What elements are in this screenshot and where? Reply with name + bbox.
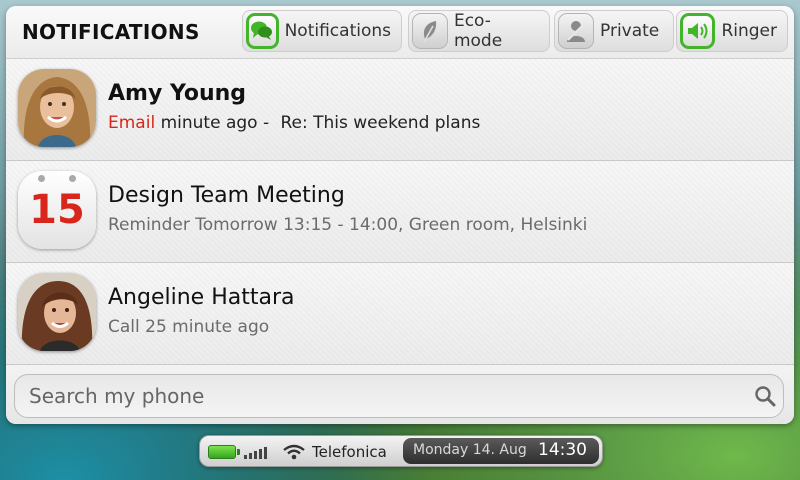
notification-subtitle: Email minute ago - Re: This weekend plan… bbox=[108, 113, 480, 133]
toggle-label-eco-mode: Eco-mode bbox=[453, 11, 503, 51]
signal-strength-icon bbox=[244, 445, 267, 459]
leaf-icon bbox=[412, 13, 448, 49]
wifi-icon bbox=[283, 444, 305, 464]
notifications-header: NOTIFICATIONS Notifications Eco-mode Pri… bbox=[6, 6, 794, 59]
battery-icon bbox=[208, 445, 240, 459]
person-icon bbox=[558, 13, 594, 49]
status-bar[interactable]: Telefonica Monday 14. Aug 14:30 bbox=[199, 435, 603, 467]
page-title: NOTIFICATIONS bbox=[22, 20, 200, 44]
speaker-icon bbox=[680, 13, 716, 49]
status-date: Monday 14. Aug bbox=[413, 442, 527, 458]
notification-type: Email bbox=[108, 113, 156, 133]
toggle-label-ringer: Ringer bbox=[721, 21, 777, 41]
notification-title: Angeline Hattara bbox=[108, 285, 295, 310]
status-time: 14:30 bbox=[538, 440, 587, 460]
notifications-panel: NOTIFICATIONS Notifications Eco-mode Pri… bbox=[6, 6, 794, 424]
ringer-toggle[interactable]: Ringer bbox=[676, 10, 788, 52]
toggle-label-private: Private bbox=[600, 21, 660, 41]
notification-item-reminder[interactable]: 15 Design Team Meeting Reminder Tomorrow… bbox=[6, 161, 794, 263]
speech-bubble-icon bbox=[246, 13, 279, 49]
date-time-display: Monday 14. Aug 14:30 bbox=[403, 438, 599, 464]
notification-item-email[interactable]: Amy Young Email minute ago - Re: This we… bbox=[6, 59, 794, 161]
eco-mode-toggle[interactable]: Eco-mode bbox=[408, 10, 550, 52]
notification-detail: Re: This weekend plans bbox=[280, 113, 481, 133]
notification-time: minute ago - bbox=[160, 113, 270, 133]
notification-subtitle: Call 25 minute ago bbox=[108, 317, 270, 337]
notification-title: Amy Young bbox=[108, 81, 247, 106]
avatar bbox=[18, 273, 96, 351]
carrier-name: Telefonica bbox=[312, 443, 387, 461]
calendar-icon: 15 bbox=[18, 171, 96, 249]
toggle-label-notifications: Notifications bbox=[284, 21, 391, 41]
search-input[interactable] bbox=[14, 374, 784, 418]
private-toggle[interactable]: Private bbox=[554, 10, 674, 52]
search-bar bbox=[6, 365, 794, 424]
search-icon[interactable] bbox=[754, 385, 776, 411]
notification-subtitle: Reminder Tomorrow 13:15 - 14:00, Green r… bbox=[108, 215, 588, 235]
notification-item-call[interactable]: Angeline Hattara Call 25 minute ago bbox=[6, 263, 794, 365]
notification-title: Design Team Meeting bbox=[108, 183, 345, 208]
notifications-toggle[interactable]: Notifications bbox=[242, 10, 402, 52]
calendar-day: 15 bbox=[29, 187, 85, 233]
avatar bbox=[18, 69, 96, 147]
